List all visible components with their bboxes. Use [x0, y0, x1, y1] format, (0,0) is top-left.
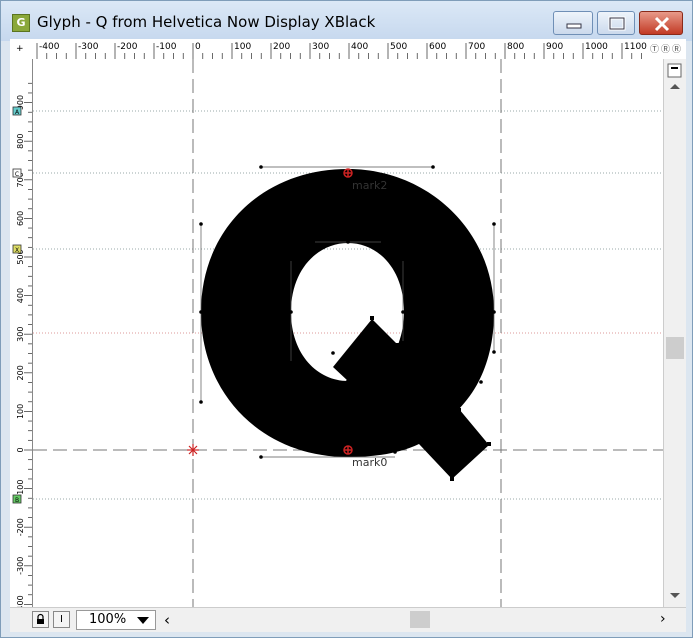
ruler-label: 700 — [468, 42, 485, 52]
horizontal-ruler-scale: + -400 -300 -200 -100 0 100 200 300 400 500 600 700… — [16, 42, 681, 59]
ruler-label: -300 — [16, 557, 25, 575]
ruler-label: -300 — [78, 42, 99, 52]
ruler-corner-icon[interactable]: Ⓣ — [650, 44, 659, 55]
scroll-left-icon[interactable]: ‹ — [164, 611, 170, 629]
ruler-label: -200 — [117, 42, 138, 52]
lock-icon — [37, 613, 44, 624]
minimize-button[interactable] — [553, 11, 593, 35]
ruler-label: 300 — [16, 327, 25, 342]
ruler-label: 800 — [16, 134, 25, 149]
titlebar[interactable]: G Glyph - Q from Helvetica Now Display X… — [1, 1, 692, 41]
horizontal-scroll-thumb[interactable] — [410, 611, 430, 628]
zoom-value: 100% — [89, 612, 127, 627]
ruler-label: 600 — [16, 211, 25, 226]
ruler-label: 1100 — [624, 42, 647, 52]
vertical-scrollbar[interactable] — [663, 59, 686, 607]
ruler-label: 0 — [16, 447, 25, 452]
ruler-corner-icon[interactable]: Ⓡ — [661, 44, 670, 55]
vertical-scroll-thumb[interactable] — [666, 337, 684, 359]
vertical-scrollbar-graphics — [666, 63, 684, 598]
glyph-outline[interactable] — [201, 169, 494, 479]
svg-text:B: B — [15, 497, 19, 504]
maximize-button[interactable] — [597, 11, 635, 35]
ruler-label: 200 — [16, 365, 25, 380]
ruler-label: 100 — [16, 404, 25, 419]
ruler-label: 0 — [195, 42, 201, 52]
origin-marker[interactable] — [187, 444, 199, 456]
zoom-select[interactable]: 100% — [76, 610, 156, 630]
ruler-corner-icon[interactable]: Ⓡ — [672, 44, 681, 55]
close-button[interactable] — [639, 11, 683, 35]
scroll-right-icon[interactable]: › — [660, 611, 666, 627]
guide-marker-b[interactable]: B — [12, 494, 22, 504]
guide-marker-c[interactable]: C — [12, 168, 22, 178]
status-bar: I 100% ‹ › — [10, 607, 686, 632]
horizontal-ruler[interactable]: + -400 -300 -200 -100 0 100 200 300 400 500 600 700… — [10, 39, 686, 60]
svg-text:C: C — [15, 171, 19, 178]
ruler-label: 100 — [234, 42, 251, 52]
ruler-label: -200 — [16, 518, 25, 536]
ruler-label: 400 — [16, 288, 25, 303]
lock-button[interactable] — [32, 611, 49, 628]
minimize-icon — [566, 23, 582, 29]
maximize-icon — [608, 16, 626, 31]
svg-text:X: X — [15, 247, 19, 254]
ruler-label: -400 — [16, 595, 25, 607]
close-icon — [654, 16, 670, 32]
ruler-origin-icon: + — [16, 44, 24, 54]
anchor-label-mark2: mark2 — [352, 179, 387, 192]
ruler-label: 900 — [546, 42, 563, 52]
ruler-label: 500 — [390, 42, 407, 52]
app-icon: G — [12, 14, 30, 32]
guide-marker-a[interactable]: A — [12, 106, 22, 116]
ruler-label: -400 — [39, 42, 60, 52]
scroll-up-icon[interactable] — [670, 84, 680, 89]
guide-marker-x[interactable]: X — [12, 244, 22, 254]
glyph-canvas[interactable]: mark2 mark0 — [33, 59, 663, 607]
vertical-ruler[interactable]: 900 800 700 600 500 400 300 200 100 0 -100 -200 -300… — [10, 59, 33, 607]
anchor-mark2[interactable] — [343, 168, 353, 178]
ruler-label: 1000 — [585, 42, 608, 52]
ruler-label: 200 — [273, 42, 290, 52]
anchor-mark0[interactable] — [343, 445, 353, 455]
vertical-ruler-scale: 9008007006005004003002001000-100-200-300… — [12, 82, 32, 607]
window-title: Glyph - Q from Helvetica Now Display XBl… — [37, 13, 376, 31]
ruler-label: 800 — [507, 42, 524, 52]
ruler-label: 400 — [351, 42, 368, 52]
ruler-label: -100 — [156, 42, 177, 52]
ruler-label: 600 — [429, 42, 446, 52]
ruler-label: 300 — [312, 42, 329, 52]
glyph-window: G Glyph - Q from Helvetica Now Display X… — [0, 0, 693, 638]
glyph-drawing[interactable]: mark2 mark0 — [33, 59, 663, 607]
info-button[interactable]: I — [53, 611, 70, 628]
panel-toggle-icon[interactable] — [667, 63, 682, 78]
scroll-down-icon[interactable] — [670, 593, 680, 598]
chevron-down-icon — [137, 617, 149, 624]
anchor-label-mark0: mark0 — [352, 456, 387, 469]
